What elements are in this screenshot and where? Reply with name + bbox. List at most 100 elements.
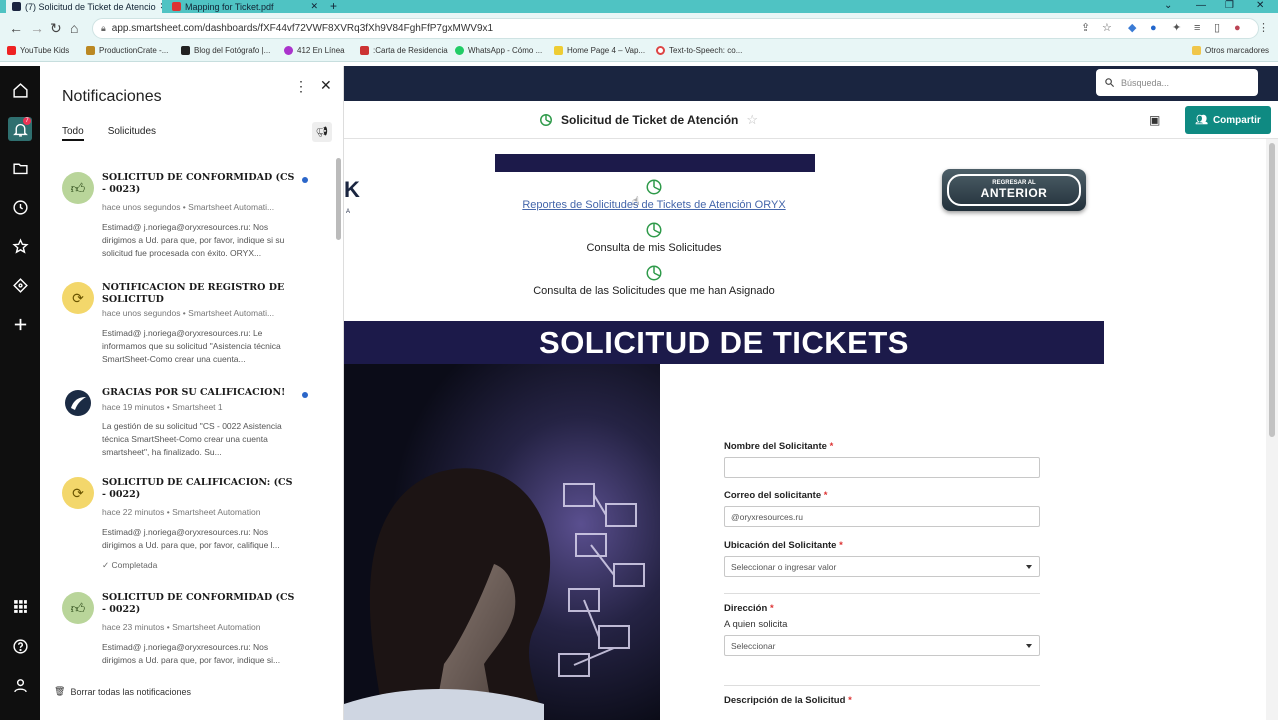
form-divider xyxy=(724,593,1040,594)
direccion-select[interactable]: Seleccionar xyxy=(724,635,1040,656)
more-options-icon[interactable]: ⋮ xyxy=(294,78,308,95)
dashboard-title: Solicitud de Ticket de Atención ☆ xyxy=(539,112,758,128)
required-marker: * xyxy=(829,441,834,452)
close-tab-icon[interactable]: ✕ xyxy=(160,1,162,12)
reading-list-icon[interactable]: ≡ xyxy=(1194,22,1200,34)
search-icon xyxy=(1105,78,1115,88)
notifications-bell-icon[interactable]: 7 xyxy=(8,117,32,141)
minimize-icon[interactable]: — xyxy=(1196,0,1206,12)
tab-solicitudes[interactable]: Solicitudes xyxy=(108,126,156,141)
create-plus-icon[interactable] xyxy=(8,312,32,336)
browser-tab-bar: (7) Solicitud de Ticket de Atencio ✕ Map… xyxy=(0,0,1278,13)
oryx-logo-fragment: K xyxy=(344,177,360,202)
other-bookmarks[interactable]: Otros marcadores xyxy=(1192,46,1269,55)
bookmark-whatsapp[interactable]: WhatsApp - Cómo ... xyxy=(455,46,542,55)
recents-clock-icon[interactable] xyxy=(8,195,32,219)
share-page-icon[interactable]: ⇪ xyxy=(1081,22,1090,34)
launcher-grid-icon[interactable] xyxy=(8,594,32,618)
trash-icon: 🗑︎ xyxy=(54,686,66,696)
help-icon[interactable] xyxy=(8,634,32,658)
back-button-big-text: ANTERIOR xyxy=(980,186,1048,200)
presentation-mode-icon[interactable]: ▣ xyxy=(1149,113,1160,127)
browser-tab[interactable]: Mapping for Ticket.pdf ✕ xyxy=(166,0,324,13)
bookmark-blog-fotografo[interactable]: Blog del Fotógrafo |... xyxy=(181,46,270,55)
bookmark-star-icon[interactable]: ☆ xyxy=(1102,22,1112,34)
scrollbar[interactable] xyxy=(336,158,341,240)
dashboard-title-text: Solicitud de Ticket de Atención xyxy=(561,113,739,127)
bookmark-home-page[interactable]: Home Page 4 – Vap... xyxy=(554,46,645,55)
label-text: Correo del solicitante xyxy=(724,490,822,501)
notification-body: Estimad@ j.noriega@oryxresources.ru: Nos… xyxy=(102,527,280,550)
dashboard-canvas: K A Reportes de Solicitudes de Tickets d… xyxy=(344,139,1266,720)
field-label-ubicacion: Ubicación del Solicitante * xyxy=(724,540,843,551)
ubicacion-select[interactable]: Seleccionar o ingresar valor xyxy=(724,556,1040,577)
translate-extension-icon[interactable]: ◆ xyxy=(1128,22,1136,34)
extension-icon[interactable]: ● xyxy=(1150,22,1157,34)
dashboard-scrollbar[interactable] xyxy=(1266,139,1278,720)
bookmark-carta-residencia[interactable]: :Carta de Residencia xyxy=(360,46,448,55)
bookmark-label: 412 En Línea xyxy=(297,46,345,55)
profile-avatar-icon[interactable]: ● xyxy=(1234,22,1241,34)
reload-icon[interactable]: ↻ xyxy=(50,20,62,36)
bookmarks-bar: YouTube Kids ProductionCrate -... Blog d… xyxy=(0,43,1278,62)
required-marker: * xyxy=(839,540,843,551)
notifications-panel: Notificaciones ⋮ ✕ Todo Solicitudes 📢︎ 👍… xyxy=(40,66,344,720)
reportes-link[interactable]: Reportes de Solicitudes de Tickets de At… xyxy=(522,199,785,211)
window-close-icon[interactable]: ✕ xyxy=(1256,0,1264,12)
puzzle-extensions-icon[interactable]: ✦ xyxy=(1172,22,1181,34)
restore-icon[interactable]: ❐ xyxy=(1225,0,1234,12)
tab-todo[interactable]: Todo xyxy=(62,126,84,141)
search-input[interactable]: Búsqueda... xyxy=(1096,69,1258,96)
new-tab-icon[interactable]: + xyxy=(330,0,337,12)
notification-body: Estimad@ j.noriega@oryxresources.ru: Le … xyxy=(102,328,281,364)
back-arrow-icon[interactable]: ← xyxy=(9,20,23,36)
workapps-icon[interactable] xyxy=(8,273,32,297)
forward-arrow-icon[interactable]: → xyxy=(30,20,44,36)
search-placeholder: Búsqueda... xyxy=(1121,77,1170,88)
hand-cursor-icon: ☝︎ xyxy=(632,194,640,208)
notification-body: Estimad@ j.noriega@oryxresources.ru: Nos… xyxy=(102,222,285,258)
bookmark-412-en-linea[interactable]: 412 En Línea xyxy=(284,46,345,55)
close-icon[interactable]: ✕ xyxy=(320,77,332,94)
report-link-widget: Reportes de Solicitudes de Tickets de At… xyxy=(474,178,834,211)
folder-icon xyxy=(1192,46,1201,55)
bookmark-label: Text-to-Speech: co... xyxy=(669,46,743,55)
home-icon[interactable] xyxy=(8,78,32,102)
bookmark-label: :Carta de Residencia xyxy=(373,46,448,55)
home-icon[interactable]: ⌂ xyxy=(70,20,78,36)
report-pie-icon xyxy=(646,222,662,238)
notification-meta: hace 19 minutos • Smartsheet 1 xyxy=(102,402,223,412)
youtube-icon xyxy=(7,46,16,55)
label-text: Nombre del Solicitante xyxy=(724,441,827,452)
scrollbar-thumb[interactable] xyxy=(1269,143,1275,437)
share-label: Compartir xyxy=(1212,114,1261,126)
share-button[interactable]: 👥︎ Compartir xyxy=(1185,106,1271,134)
notification-body: La gestión de su solicitud "CS - 0022 As… xyxy=(102,421,282,457)
browser-tab-active[interactable]: (7) Solicitud de Ticket de Atencio ✕ xyxy=(6,0,162,13)
account-icon[interactable] xyxy=(8,673,32,697)
browser-menu-icon[interactable]: ⋮ xyxy=(1258,22,1269,34)
clear-all-notifications-button[interactable]: 🗑︎ Borrar todas las notificaciones xyxy=(54,686,191,697)
tab-search-icon[interactable]: ⌄ xyxy=(1164,0,1172,12)
whatsapp-icon xyxy=(455,46,464,55)
bookmark-text-to-speech[interactable]: Text-to-Speech: co... xyxy=(656,46,742,55)
email-field[interactable]: @oryxresources.ru xyxy=(724,506,1040,527)
mis-solicitudes-link[interactable]: Consulta de mis Solicitudes xyxy=(586,242,721,254)
clear-all-label: Borrar todas las notificaciones xyxy=(70,686,191,697)
required-marker: * xyxy=(769,603,774,614)
folder-icon[interactable] xyxy=(8,156,32,180)
bookmark-youtube-kids[interactable]: YouTube Kids xyxy=(7,46,69,55)
regresar-anterior-button[interactable]: REGRESAR AL ANTERIOR xyxy=(942,169,1086,211)
asignadas-link[interactable]: Consulta de las Solicitudes que me han A… xyxy=(533,285,775,297)
notification-meta: hace 23 minutos • Smartsheet Automation xyxy=(102,622,261,632)
thumbs-up-icon: 👍︎ xyxy=(62,172,94,204)
bookmark-productioncrate[interactable]: ProductionCrate -... xyxy=(86,46,168,55)
megaphone-icon[interactable]: 📢︎ xyxy=(312,122,332,142)
oryx-logo-fragment-small: A xyxy=(346,209,351,215)
required-marker: * xyxy=(823,490,828,501)
nombre-field[interactable] xyxy=(724,457,1040,478)
favorite-star-icon[interactable]: ☆ xyxy=(746,112,758,128)
side-panel-icon[interactable]: ▯ xyxy=(1214,22,1220,34)
close-tab-icon[interactable]: ✕ xyxy=(310,1,318,12)
favorites-star-icon[interactable] xyxy=(8,234,32,258)
